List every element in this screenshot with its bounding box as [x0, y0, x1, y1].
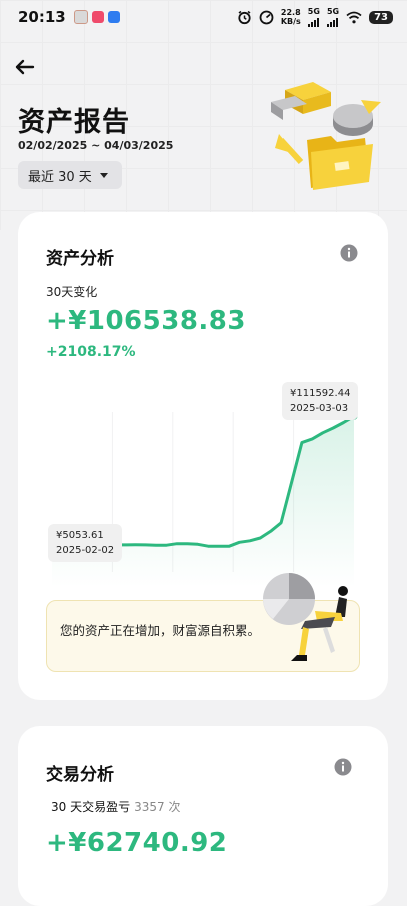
pie-chart-icon [333, 100, 381, 136]
alarm-icon [237, 10, 252, 25]
speedometer-icon [259, 10, 274, 25]
trade-analysis-title: 交易分析 [46, 760, 114, 785]
trade-pnl-value: +¥62740.92 [46, 828, 227, 858]
signal-5g-1: 5G [308, 7, 320, 27]
battery-icon: 73 [369, 11, 393, 24]
arrow-icon [275, 134, 301, 162]
back-arrow-icon[interactable] [12, 54, 38, 80]
person-pie-chart-illustration [259, 571, 359, 669]
end-date: 2025-03-03 [290, 401, 350, 416]
status-indicators: 22.8 KB/s 5G 5G 73 [237, 7, 393, 27]
caret-down-icon [100, 173, 108, 178]
trade-pnl-label: 30 天交易盈亏 [51, 800, 130, 814]
change-label: 30天变化 [46, 283, 97, 300]
status-time: 20:13 [18, 8, 66, 26]
info-icon[interactable] [340, 244, 358, 262]
asset-analysis-card: 资产分析 30天变化 +¥106538.83 +2108.17% ¥5053.6… [18, 212, 388, 700]
date-range: 02/02/2025 ~ 04/03/2025 [18, 139, 173, 152]
page-title: 资产报告 [18, 100, 130, 139]
app-notification-icon [92, 11, 104, 23]
start-value-tooltip: ¥5053.61 2025-02-02 [48, 524, 122, 562]
end-value-tooltip: ¥111592.44 2025-03-03 [282, 382, 358, 420]
start-amount: ¥5053.61 [56, 528, 114, 543]
trade-count: 3357 次 [134, 800, 180, 814]
status-bar: 20:13 22.8 KB/s 5G 5G 73 [0, 0, 407, 34]
change-value: +¥106538.83 [46, 306, 246, 336]
end-amount: ¥111592.44 [290, 386, 350, 401]
app-notification-icon [74, 10, 88, 24]
wifi-icon [346, 11, 362, 24]
trade-pnl-label-row: 30 天交易盈亏 3357 次 [51, 798, 180, 815]
period-dropdown[interactable]: 最近 30 天 [18, 161, 122, 189]
change-percent: +2108.17% [46, 344, 136, 360]
start-date: 2025-02-02 [56, 543, 114, 558]
signal-bars-icon [327, 16, 339, 27]
info-icon[interactable] [334, 758, 352, 776]
gold-bars-icon [271, 82, 331, 120]
asset-analysis-title: 资产分析 [46, 244, 114, 269]
banner-text: 您的资产正在增加，财富源自积累。 [60, 621, 275, 640]
trade-analysis-card: 交易分析 30 天交易盈亏 3357 次 +¥62740.92 [18, 726, 388, 906]
period-label: 最近 30 天 [28, 166, 92, 185]
signal-5g-2: 5G [327, 7, 339, 27]
growth-banner: 您的资产正在增加，财富源自积累。 [46, 600, 360, 672]
signal-bars-icon [308, 16, 320, 27]
app-notification-icon [108, 11, 120, 23]
network-speed: 22.8 KB/s [281, 8, 301, 26]
folder-icon [307, 136, 373, 190]
asset-report-illustration [265, 78, 385, 198]
